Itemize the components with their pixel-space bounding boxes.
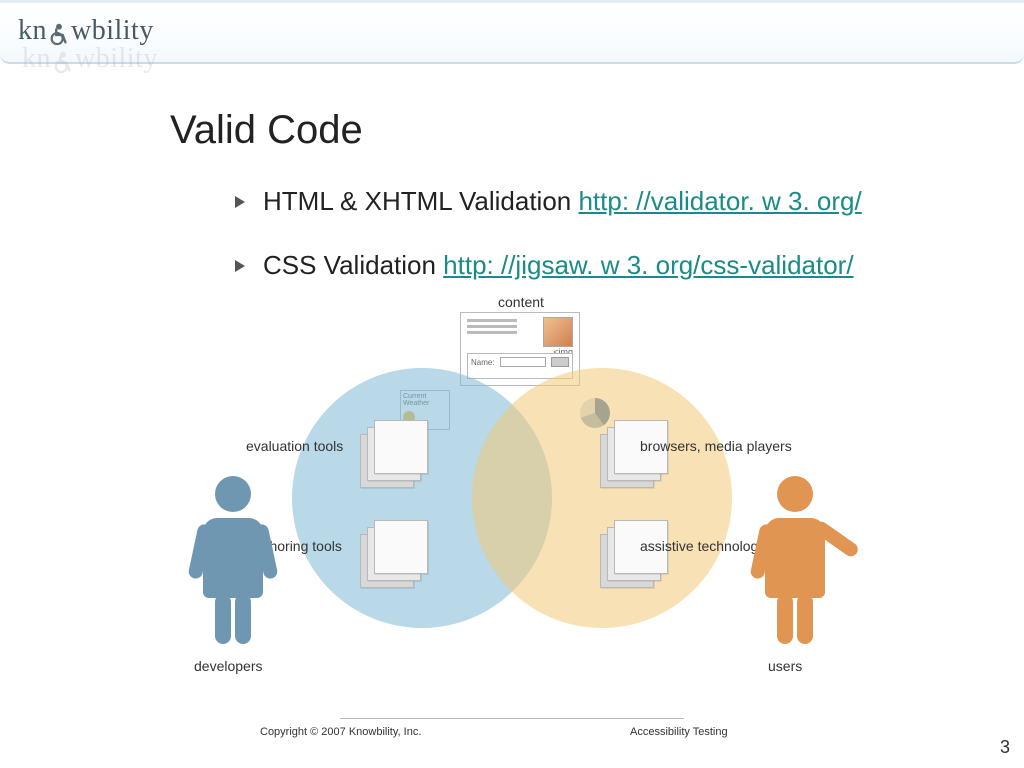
footer-divider	[340, 718, 684, 719]
photo-icon	[543, 317, 573, 347]
logo: kn wbility kn wbility	[18, 15, 178, 57]
label-eval-tools: evaluation tools	[246, 438, 343, 454]
label-browsers: browsers, media players	[640, 438, 830, 454]
footer-topic: Accessibility Testing	[630, 726, 728, 738]
bullet-item: HTML & XHTML Validation http: //validato…	[235, 185, 965, 219]
bullet-marker-icon	[235, 260, 245, 272]
wcag-diagram: content <img Name: Current Weather	[200, 300, 824, 680]
css-validator-link[interactable]: http: //jigsaw. w 3. org/css-validator/	[443, 250, 853, 280]
bullet-text: HTML & XHTML Validation	[263, 186, 578, 216]
label-users: users	[768, 658, 802, 674]
bullet-text: CSS Validation	[263, 250, 443, 280]
eval-tools-stack	[360, 420, 430, 490]
slide: kn wbility kn wbility	[0, 0, 1024, 768]
developer-icon	[188, 476, 278, 646]
browsers-stack	[600, 420, 670, 490]
label-content: content	[498, 294, 544, 310]
user-icon	[750, 476, 840, 646]
bullet-list: HTML & XHTML Validation http: //validato…	[235, 185, 965, 313]
label-developers: developers	[194, 658, 263, 674]
authoring-tools-stack	[360, 520, 430, 590]
assistive-stack	[600, 520, 670, 590]
validator-link[interactable]: http: //validator. w 3. org/	[578, 186, 861, 216]
venn-diagram	[292, 358, 732, 638]
bullet-marker-icon	[235, 196, 245, 208]
page-number: 3	[1000, 737, 1010, 758]
bullet-item: CSS Validation http: //jigsaw. w 3. org/…	[235, 249, 965, 283]
slide-title: Valid Code	[170, 108, 363, 153]
footer-copyright: Copyright © 2007 Knowbility, Inc.	[260, 726, 421, 738]
